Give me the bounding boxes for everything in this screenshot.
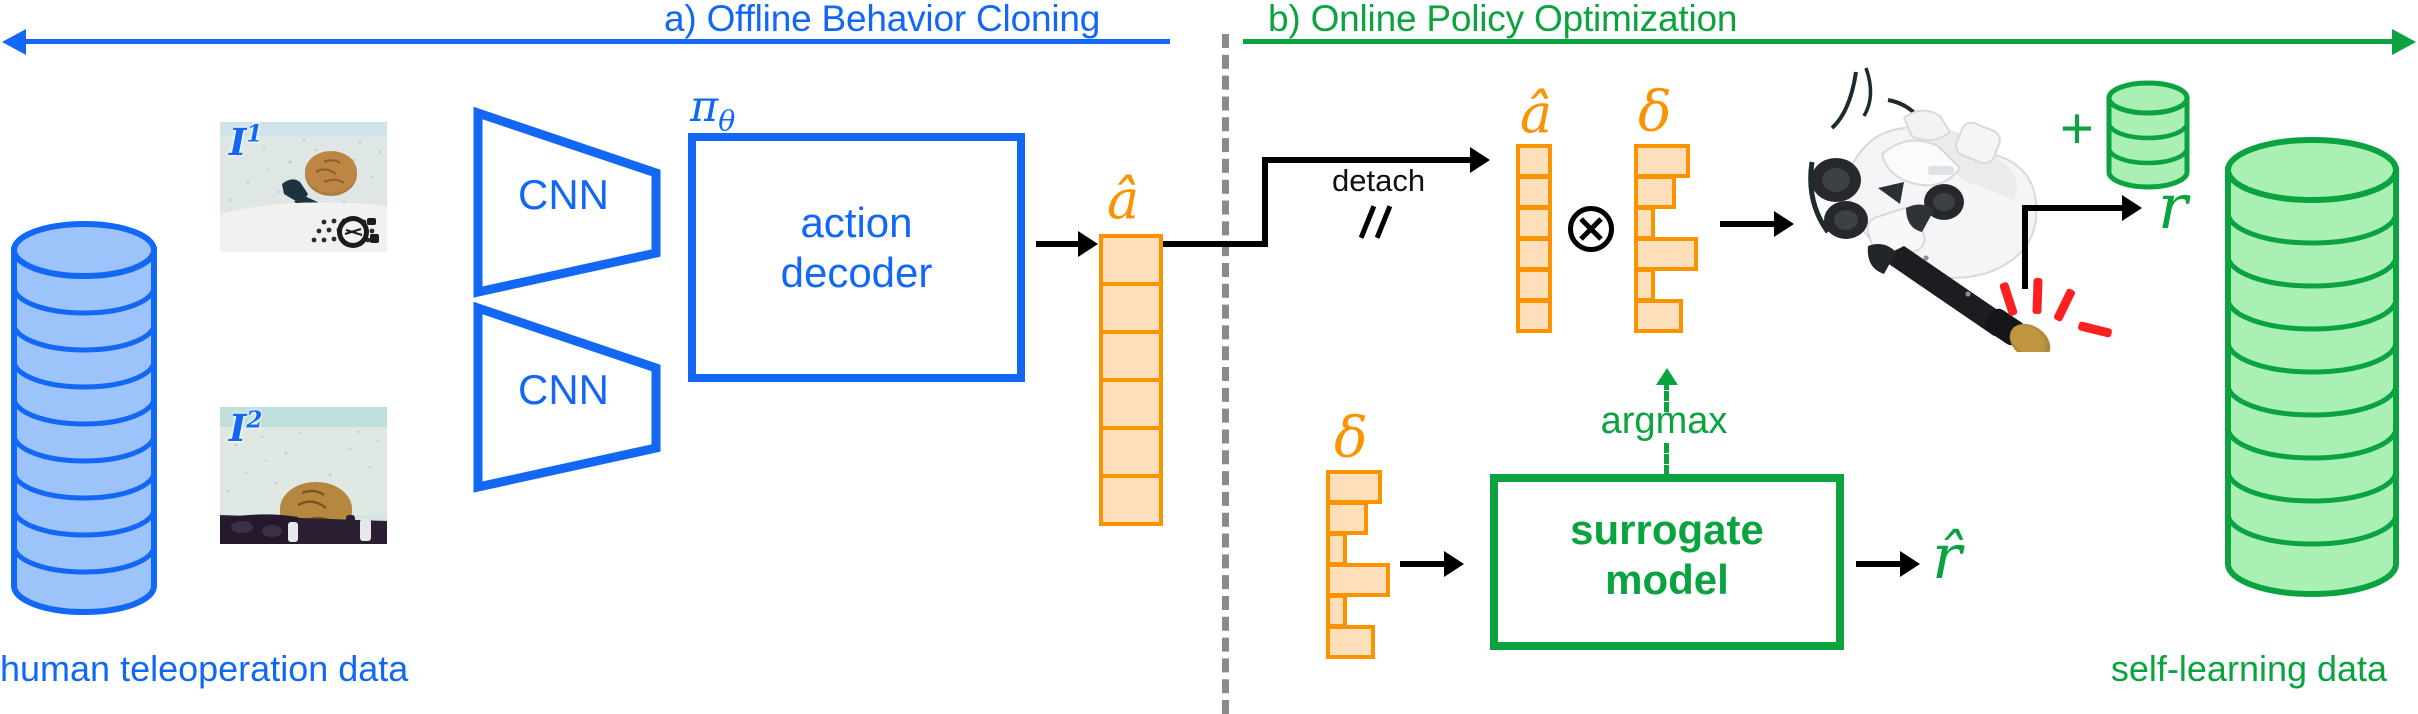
- cnn-encoder-2-label: CNN: [518, 366, 609, 413]
- phase-a-axis: [22, 39, 1170, 44]
- vector-cell: [1326, 470, 1382, 504]
- cnn-encoder-2: CNN: [470, 300, 670, 500]
- cnn-encoder-1-label: CNN: [518, 171, 609, 218]
- vector-cell: [1634, 144, 1690, 178]
- vector-cell: [1326, 501, 1368, 535]
- vector-cell: [1516, 175, 1552, 209]
- delta-vector-symbol-bottom: δ: [1334, 406, 1368, 471]
- vector-cell: [1516, 299, 1552, 333]
- vector-cell: [1516, 206, 1552, 240]
- vector-cell: [1099, 282, 1163, 334]
- figure-root: a) Offline Behavior Cloning b) Online Po…: [0, 0, 2418, 714]
- vector-cell: [1634, 175, 1676, 209]
- camera-view-1-label: I1: [229, 122, 263, 164]
- surrogate-to-rhat-line: [1856, 561, 1906, 567]
- phase-a-arrowhead-icon: [2, 29, 26, 55]
- reward-elbow-horizontal: [2022, 205, 2130, 211]
- argmax-line-lower: [1664, 443, 1669, 475]
- vector-cell: [1099, 426, 1163, 478]
- camera-view-2-label: I2: [229, 407, 263, 450]
- action-to-robot-line: [1720, 221, 1782, 227]
- self-learning-data-label: self-learning data: [2110, 648, 2388, 689]
- action-decoder-label: action decoder: [780, 199, 933, 296]
- policy-symbol: πθ: [690, 82, 736, 138]
- phase-b-arrowhead-icon: [2392, 29, 2416, 55]
- reward-elbow-vertical: [2022, 205, 2028, 289]
- vector-cell: [1634, 206, 1655, 240]
- action-to-robot-arrowhead-icon: [1774, 211, 1794, 237]
- decoder-to-action-arrowhead-icon: [1078, 231, 1098, 257]
- predicted-reward-symbol: r̂: [1932, 520, 1962, 593]
- surrogate-to-rhat-arrowhead-icon: [1900, 551, 1920, 577]
- phase-a-title: a) Offline Behavior Cloning: [664, 0, 1101, 39]
- action-vector-symbol-online: â̂: [1520, 82, 1553, 145]
- human-teleoperation-data-label: human teleoperation data: [0, 648, 409, 689]
- cnn-encoder-1: CNN: [470, 105, 670, 305]
- plus-symbol: +: [2060, 96, 2094, 161]
- self-learning-database-icon: [2222, 132, 2402, 602]
- vector-cell: [1516, 268, 1552, 302]
- vector-cell: [1516, 144, 1552, 178]
- vector-cell: [1326, 563, 1390, 597]
- vector-cell: [1634, 299, 1683, 333]
- delta-vector-symbol-top: δ: [1638, 80, 1672, 145]
- detach-slash-icon-2: [1374, 205, 1393, 239]
- tensor-product-icon: [1568, 206, 1614, 252]
- vector-cell: [1634, 237, 1698, 271]
- argmax-label: argmax: [1600, 400, 1728, 442]
- vector-cell: [1326, 532, 1347, 566]
- surrogate-model-label: surrogate model: [1570, 506, 1764, 604]
- camera-view-1: I1: [220, 122, 387, 252]
- vector-cell: [1099, 474, 1163, 526]
- argmax-arrowhead-icon: [1656, 368, 1678, 385]
- reward-symbol: r: [2158, 170, 2188, 243]
- detach-label: detach: [1332, 163, 1426, 198]
- vector-cell: [1099, 234, 1163, 286]
- vector-cell: [1099, 330, 1163, 382]
- branch-vertical: [1262, 157, 1268, 247]
- delta-to-surrogate-arrowhead-icon: [1444, 551, 1464, 577]
- reward-arrowhead-icon: [2122, 195, 2142, 221]
- delta-to-surrogate-line: [1400, 561, 1450, 567]
- phase-divider: [1222, 34, 1229, 714]
- vector-cell: [1326, 625, 1375, 659]
- phase-b-axis: [1243, 39, 2395, 44]
- detach-arrowhead-icon: [1470, 147, 1490, 173]
- vector-cell: [1099, 378, 1163, 430]
- vector-cell: [1326, 594, 1347, 628]
- human-teleoperation-database-icon: [8, 218, 160, 618]
- detach-slash-icon-1: [1358, 205, 1377, 239]
- phase-b-title: b) Online Policy Optimization: [1268, 0, 1738, 39]
- vector-cell: [1516, 237, 1552, 271]
- branch-horizontal-lower: [1163, 241, 1266, 247]
- action-vector-symbol-offline: â̂: [1107, 168, 1140, 231]
- impact-spark-icon: [2032, 277, 2043, 315]
- vector-cell: [1634, 268, 1655, 302]
- camera-view-2: I2: [220, 407, 387, 544]
